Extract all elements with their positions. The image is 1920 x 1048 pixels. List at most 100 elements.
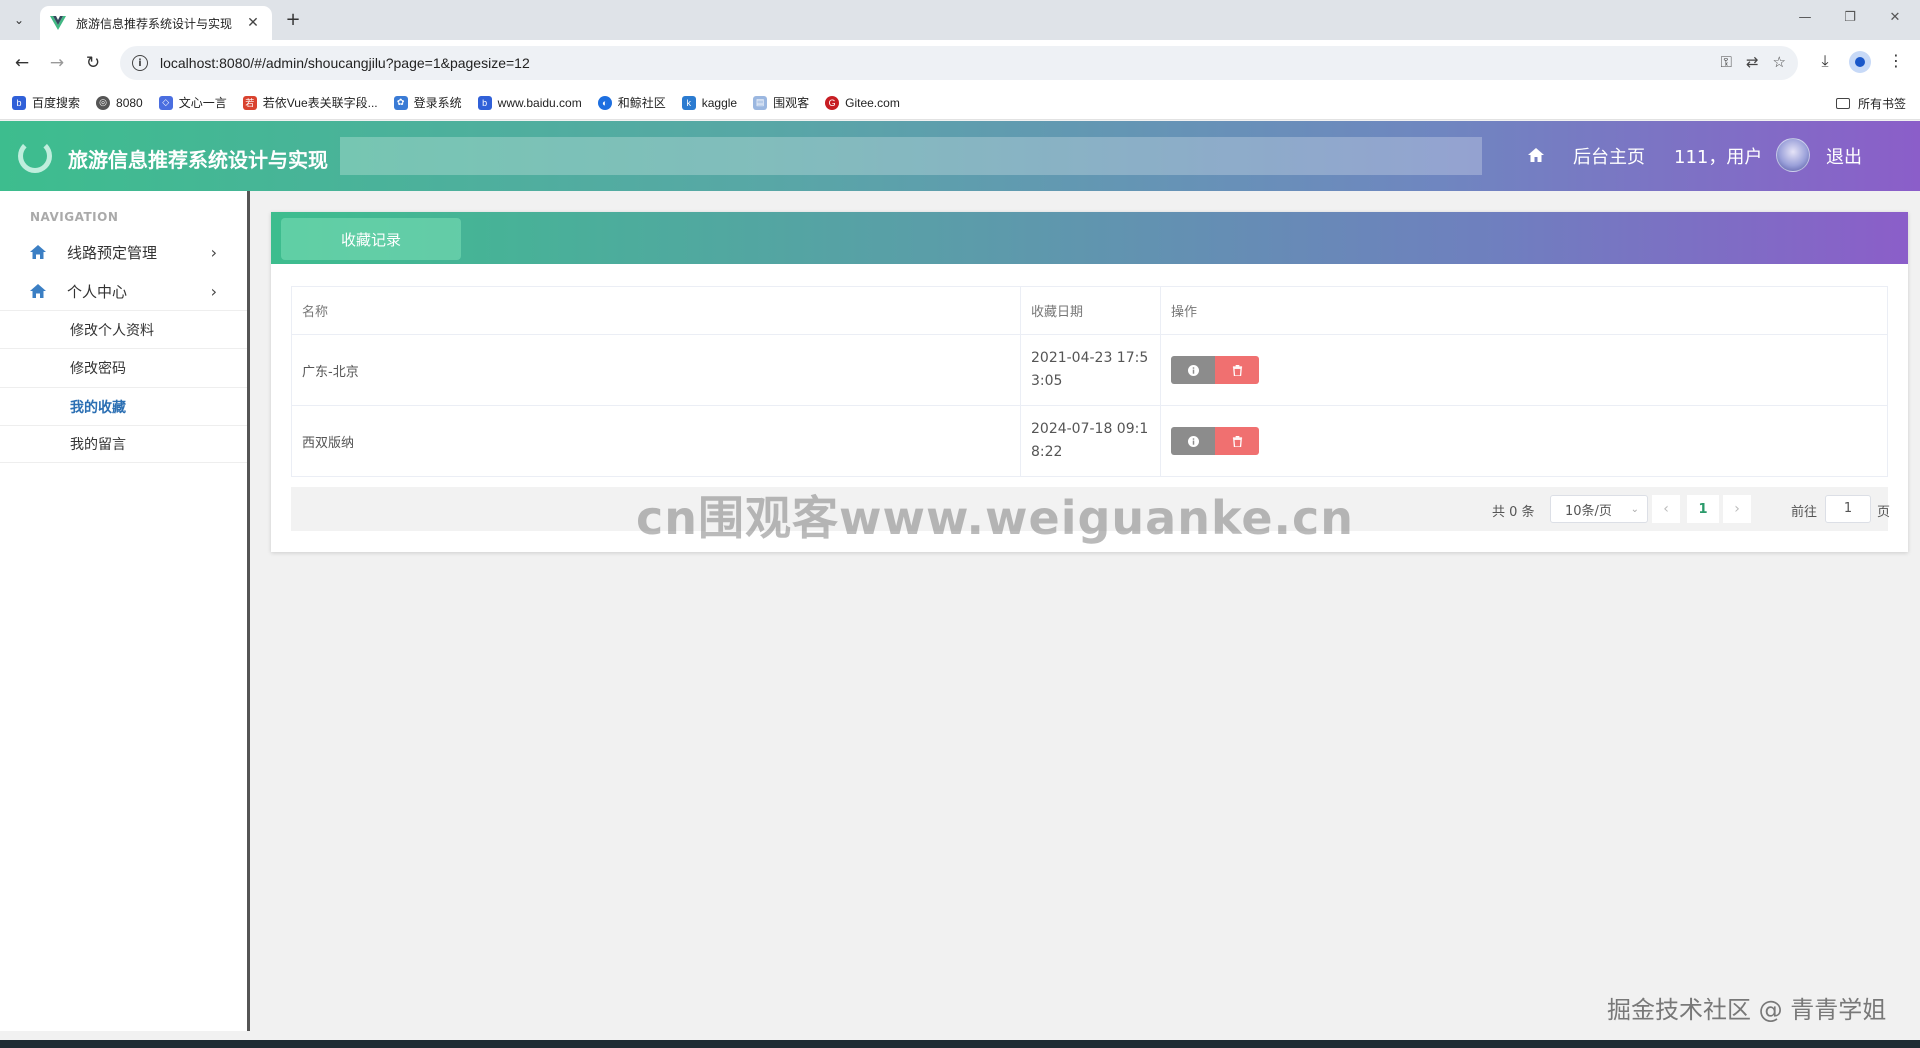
detail-button[interactable] xyxy=(1171,356,1215,384)
sidebar-subitem-label: 修改密码 xyxy=(70,360,126,377)
chevron-right-icon: › xyxy=(210,242,217,262)
bookmark-item[interactable]: G Gitee.com xyxy=(825,95,900,110)
delete-button[interactable] xyxy=(1215,427,1259,455)
logo-icon xyxy=(18,139,52,173)
date-line: 3:05 xyxy=(1031,373,1063,389)
forward-icon[interactable]: → xyxy=(45,51,69,75)
delete-button[interactable] xyxy=(1215,356,1259,384)
ruoyi-icon: 若 xyxy=(242,95,257,110)
reload-icon[interactable]: ↻ xyxy=(81,51,105,75)
table-row: 广东-北京 2021-04-23 17:5 3:05 xyxy=(291,334,1888,406)
column-header-date[interactable]: 收藏日期 xyxy=(1020,286,1161,335)
date-line: 2024-07-18 09:1 xyxy=(1031,421,1149,437)
bookmark-label: kaggle xyxy=(701,95,738,110)
bookmark-item[interactable]: ◇ 文心一言 xyxy=(158,94,227,111)
bookmark-item[interactable]: 若若依Vue表关联字段... xyxy=(242,94,378,111)
taskbar-strip xyxy=(0,1040,1920,1048)
goto-page-input[interactable]: 1 xyxy=(1825,495,1871,523)
password-key-icon[interactable]: ⚿ xyxy=(1721,53,1732,71)
close-icon[interactable]: ✕ xyxy=(244,15,262,31)
bookmark-star-icon[interactable]: ☆ xyxy=(1773,53,1786,71)
sidebar-subitem-edit-profile[interactable]: 修改个人资料 xyxy=(0,310,247,348)
column-header-actions: 操作 xyxy=(1160,286,1888,335)
browser-toolbar: ← → ↻ i localhost:8080/#/admin/shoucangj… xyxy=(0,40,1920,86)
page-number-current[interactable]: 1 xyxy=(1687,495,1719,523)
chevron-left-icon: ‹ xyxy=(1663,501,1669,517)
bookmark-item[interactable]: ▤ 围观客 xyxy=(753,94,809,111)
prev-page-button[interactable]: ‹ xyxy=(1652,495,1680,523)
bookmark-label: Gitee.com xyxy=(845,95,900,110)
bookmark-label: 若依Vue表关联字段... xyxy=(262,96,378,110)
minimize-icon[interactable]: — xyxy=(1795,10,1815,25)
date-line: 2021-04-23 17:5 xyxy=(1031,350,1149,366)
restore-icon[interactable]: ❐ xyxy=(1840,10,1860,25)
next-page-button[interactable]: › xyxy=(1723,495,1751,523)
bookmark-label: 8080 xyxy=(116,95,143,110)
browser-tab[interactable]: 旅游信息推荐系统设计与实现 ✕ xyxy=(40,6,272,40)
baidu-icon: b xyxy=(477,95,492,110)
bookmark-item[interactable]: b www.baidu.com xyxy=(477,95,582,110)
sidebar-item-route-booking[interactable]: 线路预定管理 › xyxy=(0,233,247,271)
home-icon[interactable] xyxy=(1527,146,1545,164)
detail-button[interactable] xyxy=(1171,427,1215,455)
panel-header: 收藏记录 xyxy=(271,212,1908,264)
kaggle-icon: k xyxy=(681,95,696,110)
download-icon[interactable]: ⤓ xyxy=(1813,51,1837,71)
all-bookmarks-button[interactable]: 所有书签 xyxy=(1835,95,1906,112)
vue-icon xyxy=(50,16,66,30)
cell-date: 2024-07-18 09:1 8:22 xyxy=(1020,405,1161,477)
bookmark-item[interactable]: ◎ 8080 xyxy=(96,95,143,110)
gitee-icon: G xyxy=(825,95,840,110)
sidebar-subitem-label: 修改个人资料 xyxy=(70,322,154,339)
sidebar-subitem-my-favorites[interactable]: 我的收藏 xyxy=(0,387,247,425)
action-button-group xyxy=(1171,427,1877,455)
folder-icon xyxy=(1835,98,1850,109)
sidebar-subitem-change-password[interactable]: 修改密码 xyxy=(0,348,247,386)
translate-icon[interactable]: ⇄ xyxy=(1746,53,1759,71)
watermark-corner: 掘金技术社区 @ 青青学姐 xyxy=(1607,996,1887,1024)
new-tab-button[interactable]: + xyxy=(282,9,304,30)
chevron-right-icon: › xyxy=(1734,501,1740,517)
avatar[interactable] xyxy=(1776,138,1810,172)
address-bar[interactable]: i localhost:8080/#/admin/shoucangjilu?pa… xyxy=(120,46,1798,80)
info-icon xyxy=(1187,435,1199,447)
home-icon xyxy=(30,245,46,259)
bookmark-label: 登录系统 xyxy=(413,96,462,110)
site-info-icon[interactable]: i xyxy=(132,55,148,71)
info-icon xyxy=(1187,364,1199,376)
sidebar-subitem-label: 我的留言 xyxy=(70,437,126,453)
bookmarks-bar: b 百度搜索 ◎ 8080 ◇ 文心一言 若若依Vue表关联字段... ✿ 登录系统 b… xyxy=(0,86,1920,120)
pagination-total: 共 0 条 xyxy=(1492,505,1535,520)
sidebar-item-personal-center[interactable]: 个人中心 › xyxy=(0,272,247,310)
profile-avatar-icon[interactable] xyxy=(1849,51,1871,73)
window-close-icon[interactable]: ✕ xyxy=(1885,10,1905,25)
tab-favorites-records[interactable]: 收藏记录 xyxy=(281,218,461,260)
back-icon[interactable]: ← xyxy=(10,51,34,75)
chevron-down-icon: ⌄ xyxy=(1630,503,1639,515)
bookmark-item[interactable]: b 百度搜索 xyxy=(12,94,80,111)
bookmark-item[interactable]: ◐ 和鲸社区 xyxy=(597,94,666,111)
action-button-group xyxy=(1171,356,1877,384)
all-bookmarks-label: 所有书签 xyxy=(1857,97,1906,111)
sidebar-subitem-my-messages[interactable]: 我的留言 xyxy=(0,425,247,463)
sidebar-item-label: 线路预定管理 xyxy=(67,243,158,262)
dashboard-home-link[interactable]: 后台主页 xyxy=(1573,143,1645,169)
sidebar-subitem-label: 我的收藏 xyxy=(70,399,126,416)
logout-link[interactable]: 退出 xyxy=(1826,143,1862,169)
tab-search-button[interactable]: ⌄ xyxy=(6,8,32,32)
header-search-bar[interactable] xyxy=(340,137,1482,175)
sidebar: NAVIGATION 线路预定管理 › 个人中心 › 修改个人资料 修改密码 我… xyxy=(0,191,250,1031)
globe-icon: ◎ xyxy=(96,95,111,110)
more-menu-icon[interactable]: ⋮ xyxy=(1884,51,1908,70)
column-header-name[interactable]: 名称 xyxy=(291,286,1021,335)
baidu-icon: b xyxy=(12,95,26,110)
goto-label: 前往 xyxy=(1791,505,1818,520)
page-size-select[interactable]: 10条/页 ⌄ xyxy=(1550,495,1648,523)
bookmark-item[interactable]: ✿ 登录系统 xyxy=(393,94,462,111)
bookmark-item[interactable]: k kaggle xyxy=(681,95,738,110)
wenxin-icon: ◇ xyxy=(158,95,173,110)
bookmark-label: 文心一言 xyxy=(178,96,227,110)
favorites-table: 名称 收藏日期 操作 广东-北京 2021-04-23 17:5 3:05 西双… xyxy=(291,286,1888,477)
table-row: 西双版纳 2024-07-18 09:1 8:22 xyxy=(291,405,1888,477)
cell-name: 西双版纳 xyxy=(291,405,1021,477)
